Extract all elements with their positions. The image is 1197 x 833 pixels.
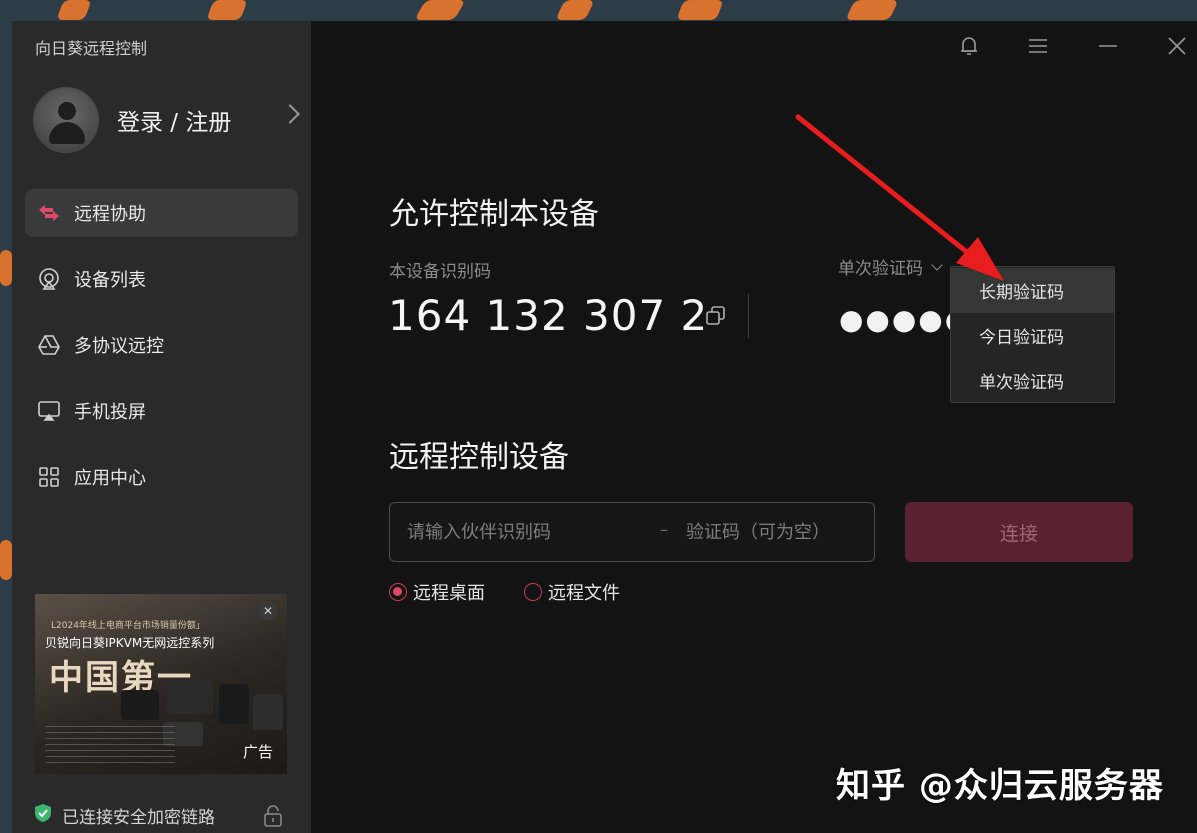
ad-label: 广告 [242,743,273,761]
radio-selected [389,583,407,601]
hamburger-menu-icon [1029,39,1047,53]
shield-check-icon [34,803,52,828]
screen-cast-icon [37,399,61,423]
ad-banner[interactable]: L2024年线上电商平台市场销量份额」 贝锐向日葵IPKVM无网远控系列 中国第… [35,594,287,774]
mode-remote-desktop[interactable]: 远程桌面 [389,579,485,605]
sidebar-item-label: 远程协助 [74,204,146,225]
ad-fine-print [45,726,175,766]
remote-control-heading: 远程控制设备 [389,440,569,475]
multi-protocol-icon [37,333,61,357]
radio-unselected [524,583,542,601]
ad-product-image [219,684,249,724]
annotation-arrow [795,114,1004,281]
sidebar-item-label: 设备列表 [74,270,146,291]
wallpaper-stripe [676,0,724,20]
ad-close-button[interactable]: ✕ [259,602,277,620]
wallpaper-stripe [555,0,595,20]
input-separator: – [660,520,668,539]
secure-status: 已连接安全加密链路 [34,803,215,828]
bell-icon [961,37,977,55]
avatar [33,87,99,153]
app-window: 向日葵远程控制 登录 / 注册 远程协助 设备列表 多协议远控 手机投屏 应用中… [12,21,1197,833]
close-button[interactable] [1162,31,1192,61]
chevron-right-icon [280,104,300,124]
partner-id-input[interactable] [407,503,647,561]
app-title: 向日葵远程控制 [35,39,148,58]
wallpaper-stripe [56,0,92,20]
remote-connect-input-group: – [389,502,875,562]
ad-product-image [167,680,213,714]
allow-control-heading: 允许控制本设备 [389,197,599,232]
sidebar-item-label: 多协议远控 [74,336,164,357]
sidebar-nav: 远程协助 设备列表 多协议远控 手机投屏 应用中心 [25,189,298,519]
device-id-value: 164 132 307 2 [388,291,709,340]
wallpaper-stripe [206,0,248,20]
app-center-icon [37,465,61,489]
verification-code-input[interactable] [686,503,866,561]
mode-remote-file[interactable]: 远程文件 [524,579,620,605]
ad-product-image [253,694,283,730]
notification-bell-button[interactable] [954,31,984,61]
login-register-label: 登录 / 注册 [117,110,232,136]
dropdown-option-today[interactable]: 今日验证码 [951,313,1114,358]
close-icon [1168,37,1186,55]
divider [748,294,749,338]
minimize-icon [1099,45,1117,47]
menu-button[interactable] [1023,31,1053,61]
wallpaper-stripe [845,0,899,20]
sidebar-item-label: 手机投屏 [74,402,146,423]
copy-icon[interactable] [705,305,727,331]
sidebar-item-remote-assist[interactable]: 远程协助 [25,189,298,237]
connect-button[interactable]: 连接 [905,502,1133,562]
mode-label: 远程文件 [548,583,620,604]
secure-status-text: 已连接安全加密链路 [62,808,215,828]
lock-icon[interactable] [263,805,283,831]
watermark: 知乎 @众归云服务器 [836,766,1164,806]
sidebar-item-device-list[interactable]: 设备列表 [25,255,298,303]
device-list-icon [37,267,61,291]
login-register-button[interactable]: 登录 / 注册 [33,87,301,153]
dropdown-option-single[interactable]: 单次验证码 [951,358,1114,403]
wallpaper-stripe [0,250,12,286]
sidebar-item-app-center[interactable]: 应用中心 [25,453,298,501]
ad-product-image [121,690,159,720]
ad-product-line: 贝锐向日葵IPKVM无网远控系列 [45,636,215,650]
mode-label: 远程桌面 [413,583,485,604]
sidebar-item-multi-protocol[interactable]: 多协议远控 [25,321,298,369]
sidebar-item-label: 应用中心 [74,468,146,489]
minimize-button[interactable] [1093,31,1123,61]
wallpaper-stripe [0,540,12,580]
ad-tagline: L2024年线上电商平台市场销量份额」 [51,621,205,631]
sidebar-item-screen-cast[interactable]: 手机投屏 [25,387,298,435]
sidebar: 向日葵远程控制 登录 / 注册 远程协助 设备列表 多协议远控 手机投屏 应用中… [12,21,311,833]
wallpaper-stripe [414,0,466,20]
device-id-label: 本设备识别码 [389,262,491,282]
remote-assist-icon [37,201,61,225]
